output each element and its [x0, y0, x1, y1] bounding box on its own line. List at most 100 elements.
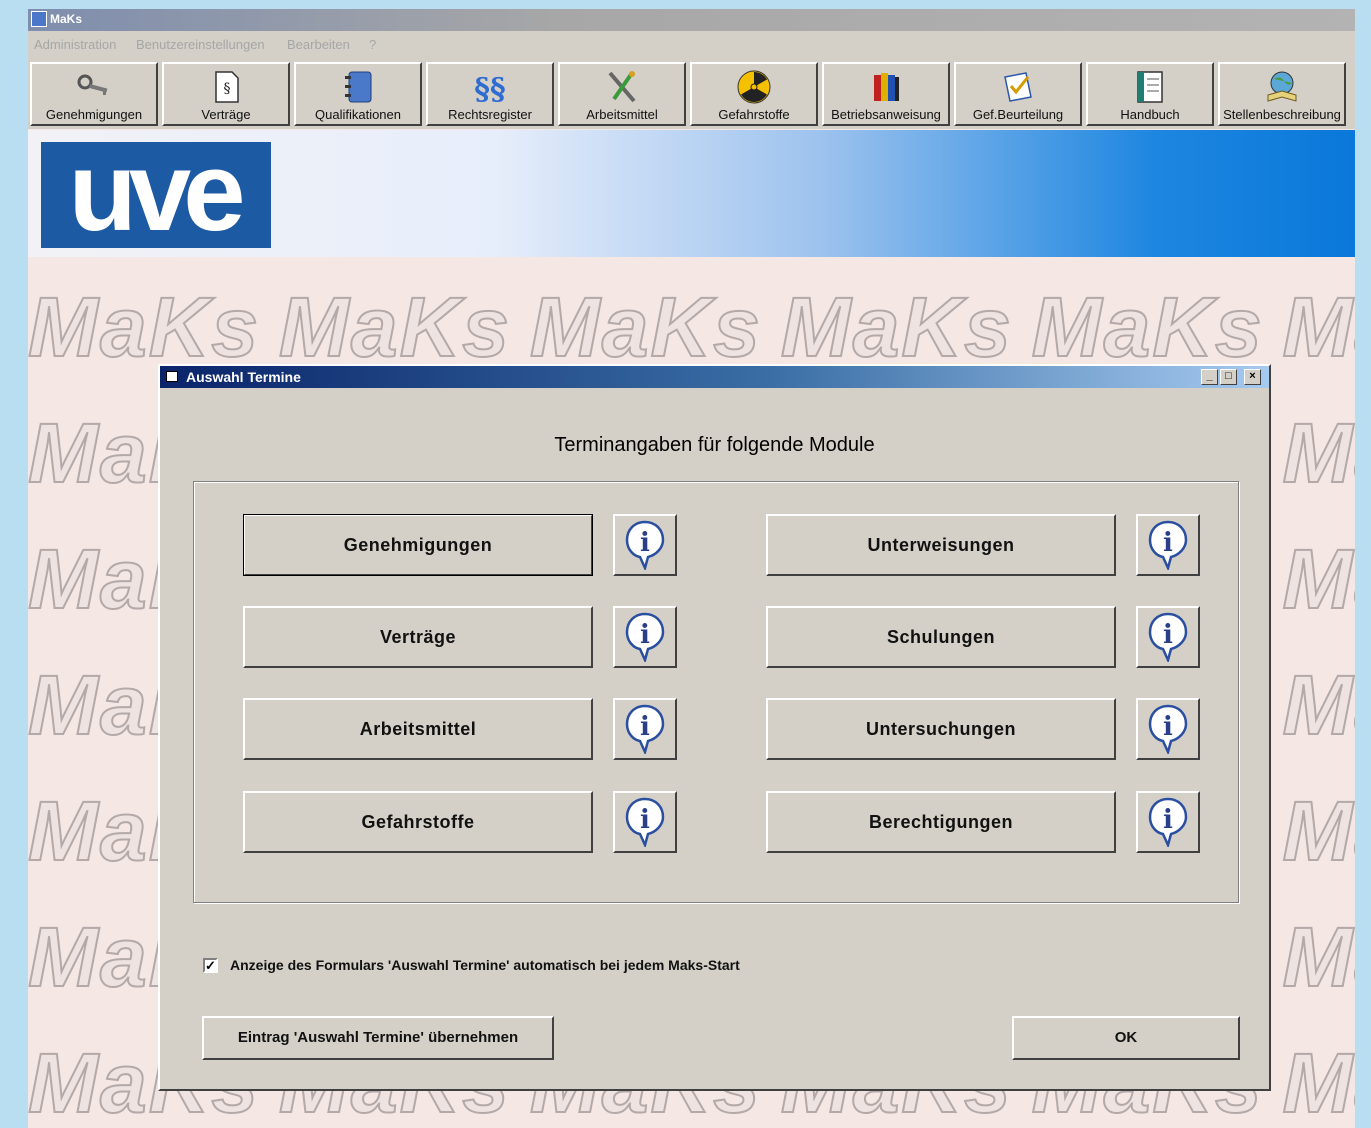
menu-bar: Administration Benutzereinstellungen Bea… [28, 31, 1355, 59]
toolbar-genehmigungen-button[interactable]: Genehmigungen [30, 62, 158, 126]
watermark: MaKs [1282, 279, 1355, 375]
info-berechtigungen-button[interactable]: i [1136, 791, 1200, 853]
watermark: MaKs [1282, 1035, 1355, 1128]
svg-text:i: i [640, 805, 650, 835]
svg-text:§§: §§ [474, 72, 505, 105]
svg-text:i: i [640, 620, 650, 650]
toolbar-betriebsanweisung-button[interactable]: Betriebsanweisung [822, 62, 950, 126]
document-paragraph-icon: § [215, 71, 239, 103]
auswahl-termine-dialog: Auswahl Termine _ □ × Terminangaben für … [158, 364, 1271, 1091]
menu-benutzereinstellungen[interactable]: Benutzereinstellungen [136, 37, 265, 52]
info-unterweisungen-button[interactable]: i [1136, 514, 1200, 576]
radiation-icon [737, 70, 771, 104]
manual-icon [1137, 71, 1163, 103]
info-icon: i [1148, 797, 1188, 847]
toolbar-gefahrstoffe-button[interactable]: Gefahrstoffe [690, 62, 818, 126]
svg-text:i: i [640, 712, 650, 742]
toolbar-label: Betriebsanweisung [831, 107, 941, 122]
toolbar-label: Verträge [201, 107, 251, 122]
maximize-button[interactable]: □ [1220, 369, 1237, 385]
schulungen-button[interactable]: Schulungen [766, 606, 1116, 668]
uve-logo: uve [41, 142, 271, 248]
notebook-icon [345, 71, 372, 103]
svg-text:§: § [224, 81, 231, 97]
watermark: MaKs [1282, 405, 1355, 501]
menu-help[interactable]: ? [369, 37, 376, 52]
toolbar-label: Arbeitsmittel [586, 107, 658, 122]
apply-entry-button[interactable]: Eintrag 'Auswahl Termine' übernehmen [202, 1016, 554, 1060]
key-icon [77, 74, 108, 95]
info-vertraege-button[interactable]: i [613, 606, 677, 668]
berechtigungen-button[interactable]: Berechtigungen [766, 791, 1116, 853]
toolbar-label: Gefahrstoffe [718, 107, 790, 122]
watermark: MaKs [780, 279, 1013, 375]
watermark: MaKs [278, 279, 511, 375]
toolbar-gef-beurteilung-button[interactable]: Gef.Beurteilung [954, 62, 1082, 126]
gefahrstoffe-button[interactable]: Gefahrstoffe [243, 791, 593, 853]
toolbar-label: Qualifikationen [315, 107, 401, 122]
watermark: MaKs [1282, 783, 1355, 879]
info-icon: i [1148, 704, 1188, 754]
svg-text:i: i [1163, 805, 1173, 835]
toolbar-rechtsregister-button[interactable]: §§ Rechtsregister [426, 62, 554, 126]
svg-text:i: i [1163, 712, 1173, 742]
toolbar-label: Stellenbeschreibung [1223, 107, 1341, 122]
arbeitsmittel-button[interactable]: Arbeitsmittel [243, 698, 593, 760]
watermark: MaKs [28, 279, 261, 375]
banner: uve [28, 130, 1355, 257]
watermark: MaKs [529, 279, 762, 375]
app-title: MaKs [50, 12, 83, 26]
info-untersuchungen-button[interactable]: i [1136, 698, 1200, 760]
svg-text:i: i [1163, 620, 1173, 650]
toolbar-stellenbeschreibung-button[interactable]: Stellenbeschreibung [1218, 62, 1346, 126]
info-icon: i [625, 704, 665, 754]
watermark: MaKs [1282, 657, 1355, 753]
toolbar-label: Gef.Beurteilung [972, 107, 1064, 122]
ok-button[interactable]: OK [1012, 1016, 1240, 1060]
checklist-icon [1004, 72, 1032, 102]
section-sign-icon: §§ [474, 72, 505, 105]
menu-administration[interactable]: Administration [34, 37, 116, 52]
dialog-icon [166, 371, 178, 382]
toolbar-label: Genehmigungen [45, 107, 143, 122]
info-icon: i [1148, 520, 1188, 570]
app-icon [31, 11, 47, 27]
watermark: MaKs [1282, 909, 1355, 1005]
toolbar-vertraege-button[interactable]: § Verträge [162, 62, 290, 126]
info-schulungen-button[interactable]: i [1136, 606, 1200, 668]
auto-show-checkbox-label: Anzeige des Formulars 'Auswahl Termine' … [230, 957, 740, 973]
binders-icon [874, 73, 899, 101]
globe-book-icon [1267, 71, 1297, 102]
dialog-heading: Terminangaben für folgende Module [554, 434, 875, 456]
info-icon: i [1148, 612, 1188, 662]
toolbar: Genehmigungen § Verträge Qualifikationen… [28, 59, 1355, 129]
info-arbeitsmittel-button[interactable]: i [613, 698, 677, 760]
auto-show-checkbox[interactable]: ✓ [203, 958, 218, 973]
vertraege-button[interactable]: Verträge [243, 606, 593, 668]
svg-text:i: i [1163, 528, 1173, 558]
app-title-bar[interactable]: MaKs [28, 9, 1355, 31]
toolbar-qualifikationen-button[interactable]: Qualifikationen [294, 62, 422, 126]
dialog-title-bar[interactable]: Auswahl Termine _ □ × [160, 366, 1269, 388]
dialog-title: Auswahl Termine [186, 369, 301, 385]
menu-bearbeiten[interactable]: Bearbeiten [287, 37, 350, 52]
tools-icon [608, 71, 636, 103]
toolbar-label: Rechtsregister [448, 107, 532, 122]
toolbar-handbuch-button[interactable]: Handbuch [1086, 62, 1214, 126]
info-icon: i [625, 612, 665, 662]
info-icon: i [625, 797, 665, 847]
minimize-button[interactable]: _ [1201, 369, 1218, 385]
untersuchungen-button[interactable]: Untersuchungen [766, 698, 1116, 760]
info-icon: i [625, 520, 665, 570]
close-button[interactable]: × [1244, 369, 1261, 385]
info-genehmigungen-button[interactable]: i [613, 514, 677, 576]
svg-text:i: i [640, 528, 650, 558]
toolbar-arbeitsmittel-button[interactable]: Arbeitsmittel [558, 62, 686, 126]
watermark: MaKs [1031, 279, 1264, 375]
unterweisungen-button[interactable]: Unterweisungen [766, 514, 1116, 576]
info-gefahrstoffe-button[interactable]: i [613, 791, 677, 853]
logo-text: uve [69, 142, 243, 248]
watermark: MaKs [1282, 531, 1355, 627]
toolbar-label: Handbuch [1120, 107, 1180, 122]
genehmigungen-button[interactable]: Genehmigungen [243, 514, 593, 576]
